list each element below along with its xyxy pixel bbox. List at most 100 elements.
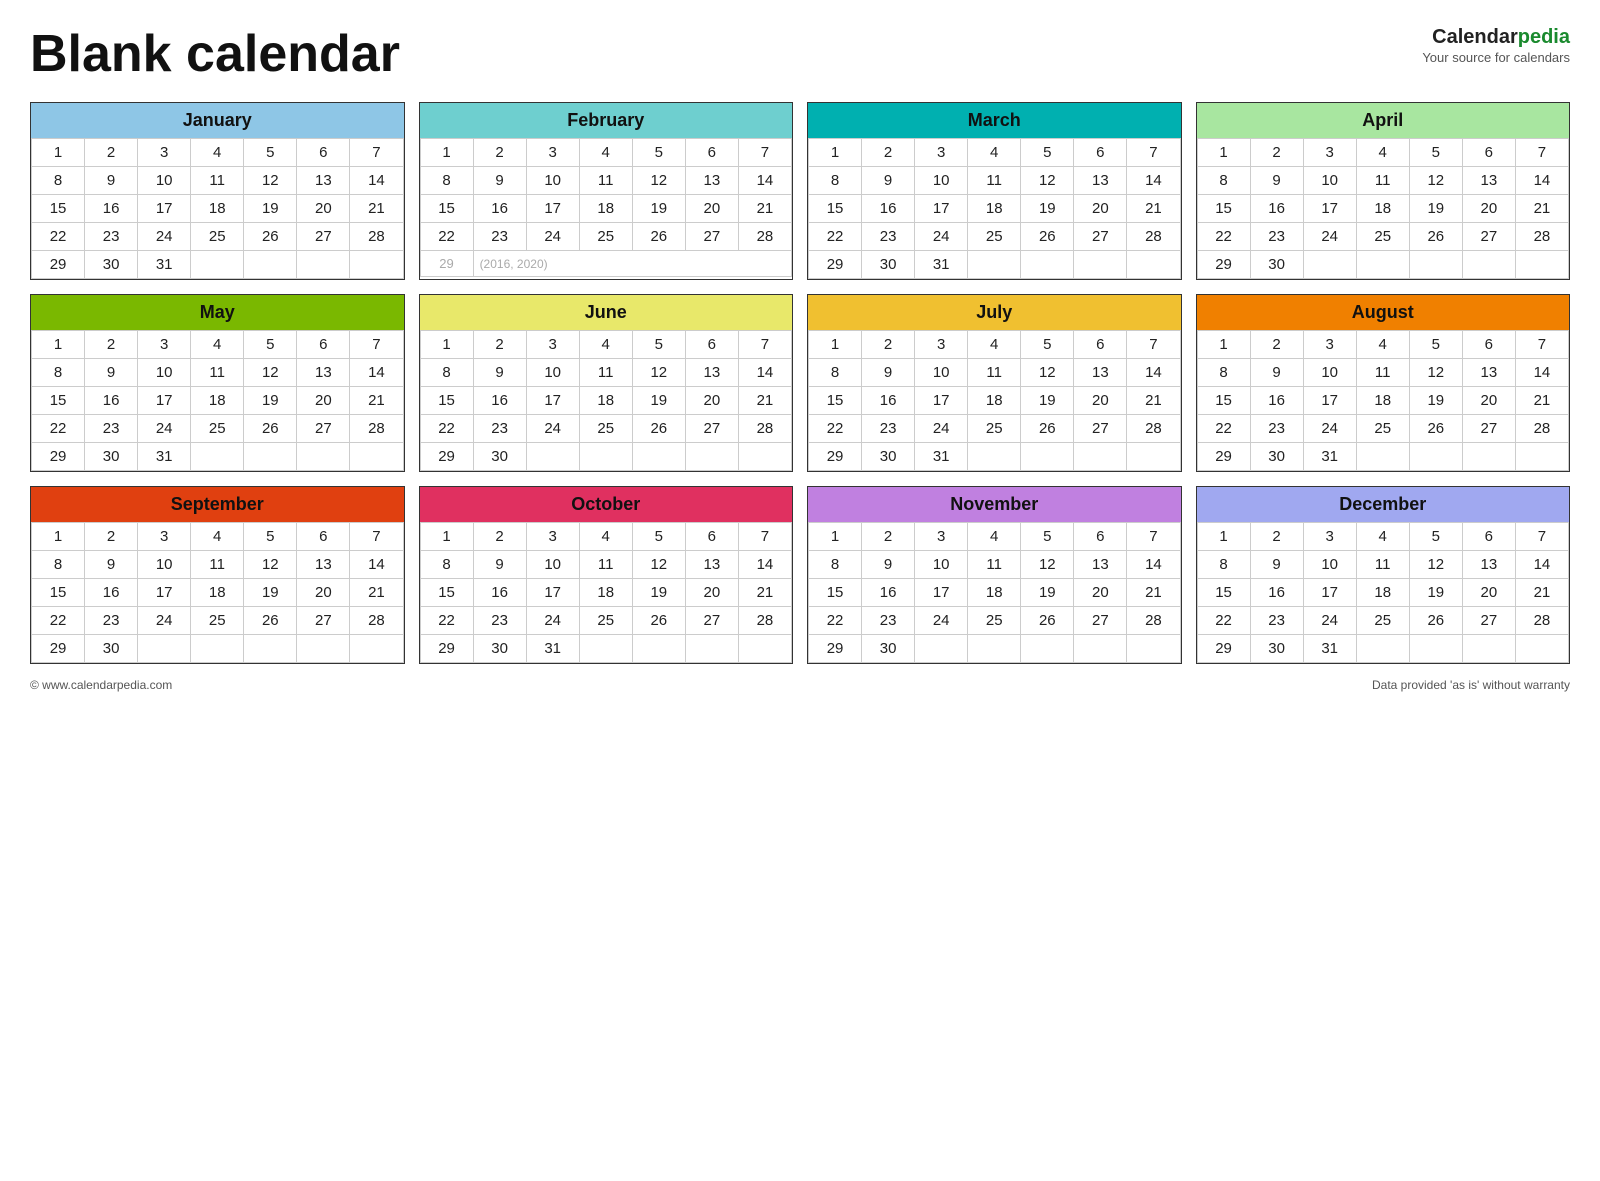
day-cell: 1	[420, 139, 473, 167]
day-cell: 16	[85, 387, 138, 415]
day-cell: 19	[1021, 195, 1074, 223]
day-cell: 19	[1409, 579, 1462, 607]
day-cell: 21	[1127, 579, 1180, 607]
day-cell: 16	[862, 195, 915, 223]
day-cell	[1462, 635, 1515, 663]
day-cell: 20	[1462, 195, 1515, 223]
day-cell	[738, 635, 791, 663]
week-row: 293031	[32, 443, 404, 471]
day-cell: 20	[685, 195, 738, 223]
week-row: 22232425262728	[809, 223, 1181, 251]
day-cell: 8	[1197, 167, 1250, 195]
week-row: 22232425262728	[809, 607, 1181, 635]
day-cell: 24	[526, 223, 579, 251]
day-cell: 27	[1074, 223, 1127, 251]
month-grid-july: 1234567891011121314151617181920212223242…	[808, 330, 1181, 471]
day-cell: 5	[1409, 139, 1462, 167]
day-cell: 29	[420, 635, 473, 663]
day-cell	[350, 443, 403, 471]
day-cell: 24	[1303, 223, 1356, 251]
day-cell: 23	[862, 415, 915, 443]
day-cell: 20	[1074, 195, 1127, 223]
day-cell: 1	[809, 523, 862, 551]
day-cell: 10	[915, 359, 968, 387]
week-row: 1234567	[1197, 139, 1569, 167]
day-cell: 8	[809, 551, 862, 579]
day-cell	[1356, 251, 1409, 279]
day-cell: 12	[1021, 167, 1074, 195]
day-cell: 14	[350, 359, 403, 387]
day-cell: 13	[685, 167, 738, 195]
day-cell: 22	[809, 607, 862, 635]
month-block-may: May1234567891011121314151617181920212223…	[30, 294, 405, 472]
day-cell: 28	[738, 415, 791, 443]
day-cell: 5	[632, 139, 685, 167]
day-cell: 26	[632, 607, 685, 635]
day-cell: 23	[85, 607, 138, 635]
day-cell: 3	[915, 331, 968, 359]
day-cell	[579, 635, 632, 663]
day-cell: 8	[1197, 359, 1250, 387]
week-row: 1234567	[1197, 331, 1569, 359]
day-cell: 4	[579, 523, 632, 551]
day-cell: 13	[1074, 167, 1127, 195]
day-cell: 12	[244, 359, 297, 387]
day-cell: 30	[473, 443, 526, 471]
week-row: 1234567	[809, 523, 1181, 551]
day-cell	[297, 251, 350, 279]
day-cell: 30	[862, 635, 915, 663]
day-cell: 8	[809, 167, 862, 195]
day-cell: 11	[968, 359, 1021, 387]
day-cell: 7	[738, 139, 791, 167]
month-grid-february: 1234567891011121314151617181920212223242…	[420, 138, 793, 277]
day-cell	[526, 443, 579, 471]
day-cell: 25	[579, 223, 632, 251]
day-cell: 14	[350, 551, 403, 579]
day-cell	[685, 635, 738, 663]
day-cell: 16	[473, 195, 526, 223]
day-cell: 23	[473, 223, 526, 251]
brand-tagline: Your source for calendars	[1422, 50, 1570, 67]
day-cell: 4	[968, 523, 1021, 551]
day-cell: 17	[1303, 579, 1356, 607]
day-cell: 11	[191, 551, 244, 579]
week-row: 22232425262728	[809, 415, 1181, 443]
day-cell: 28	[350, 607, 403, 635]
day-cell: 21	[1127, 195, 1180, 223]
day-cell: 19	[1021, 579, 1074, 607]
day-cell: 5	[1021, 523, 1074, 551]
day-cell: 8	[420, 167, 473, 195]
day-cell: 27	[297, 607, 350, 635]
day-cell: 26	[1409, 415, 1462, 443]
month-grid-november: 1234567891011121314151617181920212223242…	[808, 522, 1181, 663]
day-cell: 18	[191, 195, 244, 223]
day-cell: 1	[32, 331, 85, 359]
day-cell: 25	[968, 415, 1021, 443]
day-cell: 12	[1409, 551, 1462, 579]
day-cell: 14	[350, 167, 403, 195]
month-block-july: July123456789101112131415161718192021222…	[807, 294, 1182, 472]
day-cell: 22	[420, 223, 473, 251]
month-header-july: July	[808, 295, 1181, 330]
day-cell: 11	[1356, 167, 1409, 195]
day-cell: 24	[1303, 607, 1356, 635]
day-cell: 6	[685, 331, 738, 359]
day-cell	[350, 251, 403, 279]
day-cell: 29	[1197, 635, 1250, 663]
day-cell: 3	[915, 139, 968, 167]
day-cell: 9	[1250, 551, 1303, 579]
day-cell: 8	[420, 359, 473, 387]
day-cell: 27	[1074, 607, 1127, 635]
day-cell: 21	[738, 387, 791, 415]
day-cell: 16	[85, 579, 138, 607]
day-cell	[1515, 443, 1568, 471]
day-cell: 18	[579, 579, 632, 607]
day-cell: 21	[1515, 579, 1568, 607]
day-cell: 12	[1409, 359, 1462, 387]
day-cell: 3	[1303, 523, 1356, 551]
day-cell: 26	[244, 607, 297, 635]
day-cell: 27	[1462, 607, 1515, 635]
month-header-december: December	[1197, 487, 1570, 522]
day-cell: 4	[191, 139, 244, 167]
day-cell	[968, 443, 1021, 471]
